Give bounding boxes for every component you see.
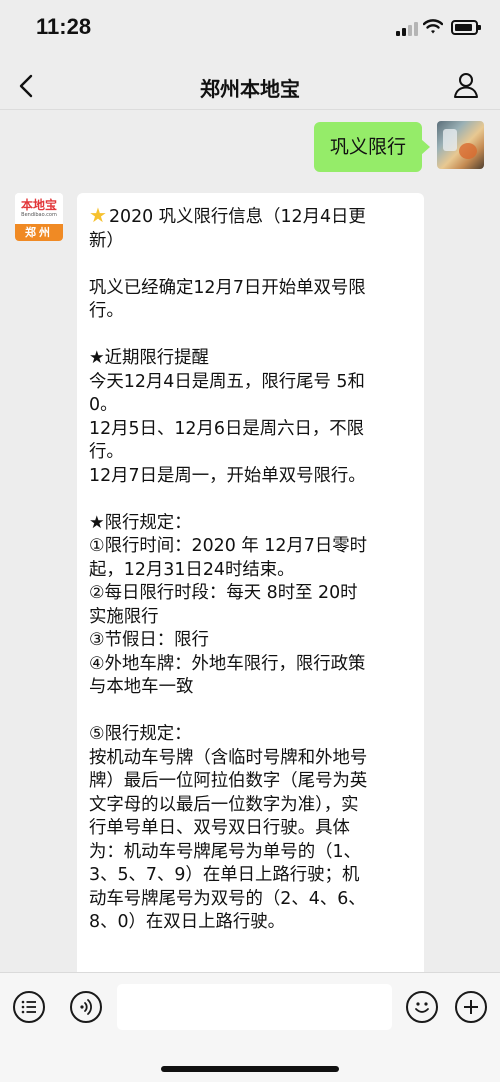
message-line: 行。 xyxy=(89,301,124,321)
voice-icon[interactable] xyxy=(70,991,102,1023)
brand-logo-text: 本地宝 xyxy=(20,198,57,212)
message-line: 按机动车号牌（含临时号牌和外地号 xyxy=(89,747,368,768)
message-line: 12月7日是周一，开始单双号限行。 xyxy=(89,465,366,486)
status-time: 11:28 xyxy=(36,14,92,39)
message-line: 与本地车一致 xyxy=(89,677,194,697)
chat-title: 郑州本地宝 xyxy=(200,77,300,101)
message-line: 行。 xyxy=(89,442,124,462)
user-icon[interactable] xyxy=(452,71,480,99)
avatar[interactable] xyxy=(437,121,484,169)
signal-icon xyxy=(396,22,418,36)
wifi-icon xyxy=(422,18,444,36)
message-line: 动车号牌尾号为双号的（2、4、6、 xyxy=(89,888,366,909)
message-line xyxy=(89,488,412,512)
message-line: 巩义已经确定12月7日开始单双号限 xyxy=(89,277,366,298)
message-line: 8、0）在双日上路行驶。 xyxy=(89,912,286,932)
message-line: 3、5、7、9）在单日上路行驶；机 xyxy=(89,865,360,885)
message-line: ★ 2020 巩义限行信息（12月4日更 xyxy=(89,203,366,227)
message-line: ③节假日：限行 xyxy=(89,630,209,650)
message-line: 起，12月31日24时结束。 xyxy=(89,559,295,580)
message-line: 牌）最后一位阿拉伯数字（尾号为英 xyxy=(89,771,368,791)
message-line: 实施限行 xyxy=(89,606,159,627)
message-line: 为：机动车号牌尾号为单号的（1、 xyxy=(89,841,361,862)
message-line xyxy=(89,324,412,348)
brand-url-text: Bendibao.com xyxy=(21,212,57,218)
status-bar: 11:28 xyxy=(0,0,500,62)
message-line xyxy=(89,253,412,277)
message-line: 行单号单日、双号双日行驶。具体 xyxy=(89,818,350,838)
message-line: 文字母的以最后一位数字为准），实 xyxy=(89,794,359,815)
sender-avatar[interactable]: 本地宝 Bendibao.com 郑州 xyxy=(15,193,63,241)
incoming-message-bubble[interactable]: ★ 2020 巩义限行信息（12月4日更 新） 巩义已经确定12月7日开始单双号限… xyxy=(77,193,424,983)
message-line: ④外地车牌：外地车限行，限行政策 xyxy=(89,653,366,674)
message-line: 今天12月4日是周五，限行尾号 5和 xyxy=(89,371,365,392)
star-emoji-icon: ★ xyxy=(89,203,107,227)
message-line: ★近期限行提醒 xyxy=(89,348,209,368)
message-line: ②每日限行时段：每天 8时至 20时 xyxy=(89,583,358,603)
message-line: ①限行时间：2020 年 12月7日零时 xyxy=(89,536,368,556)
message-line: ★限行规定： xyxy=(89,512,192,533)
plus-icon[interactable] xyxy=(455,991,487,1023)
message-input[interactable] xyxy=(117,984,392,1030)
menu-icon[interactable] xyxy=(13,991,45,1023)
battery-icon xyxy=(451,20,481,35)
outgoing-message-bubble[interactable]: 巩义限行 xyxy=(314,122,431,172)
brand-city-label: 郑州 xyxy=(15,224,63,241)
message-line xyxy=(89,700,412,724)
message-line: ⑤限行规定： xyxy=(89,724,192,744)
emoji-icon[interactable] xyxy=(406,991,438,1023)
message-line: 12月5日、12月6日是周六日，不限 xyxy=(89,418,365,439)
message-line: 0。 xyxy=(89,395,118,415)
message-line: 新） xyxy=(89,230,124,251)
home-indicator xyxy=(161,1066,339,1072)
chat-header: 郑州本地宝 xyxy=(0,62,500,110)
